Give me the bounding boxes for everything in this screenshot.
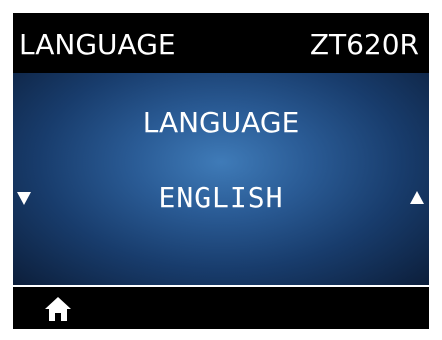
home-icon[interactable] bbox=[43, 295, 73, 323]
triangle-up-icon[interactable] bbox=[409, 190, 425, 210]
triangle-down-icon[interactable] bbox=[16, 190, 32, 210]
setting-value: ENGLISH bbox=[158, 181, 284, 214]
footer-bar bbox=[13, 287, 429, 329]
setting-value-row: ENGLISH bbox=[13, 181, 429, 215]
setting-name: LANGUAGE bbox=[142, 106, 300, 139]
printer-model: ZT620R bbox=[309, 28, 419, 61]
header-bar: LANGUAGE ZT620R bbox=[13, 13, 429, 73]
menu-title: LANGUAGE bbox=[19, 28, 176, 61]
printer-display: LANGUAGE ZT620R LANGUAGE ENGLISH bbox=[13, 13, 429, 329]
setting-panel: LANGUAGE ENGLISH bbox=[13, 73, 429, 285]
